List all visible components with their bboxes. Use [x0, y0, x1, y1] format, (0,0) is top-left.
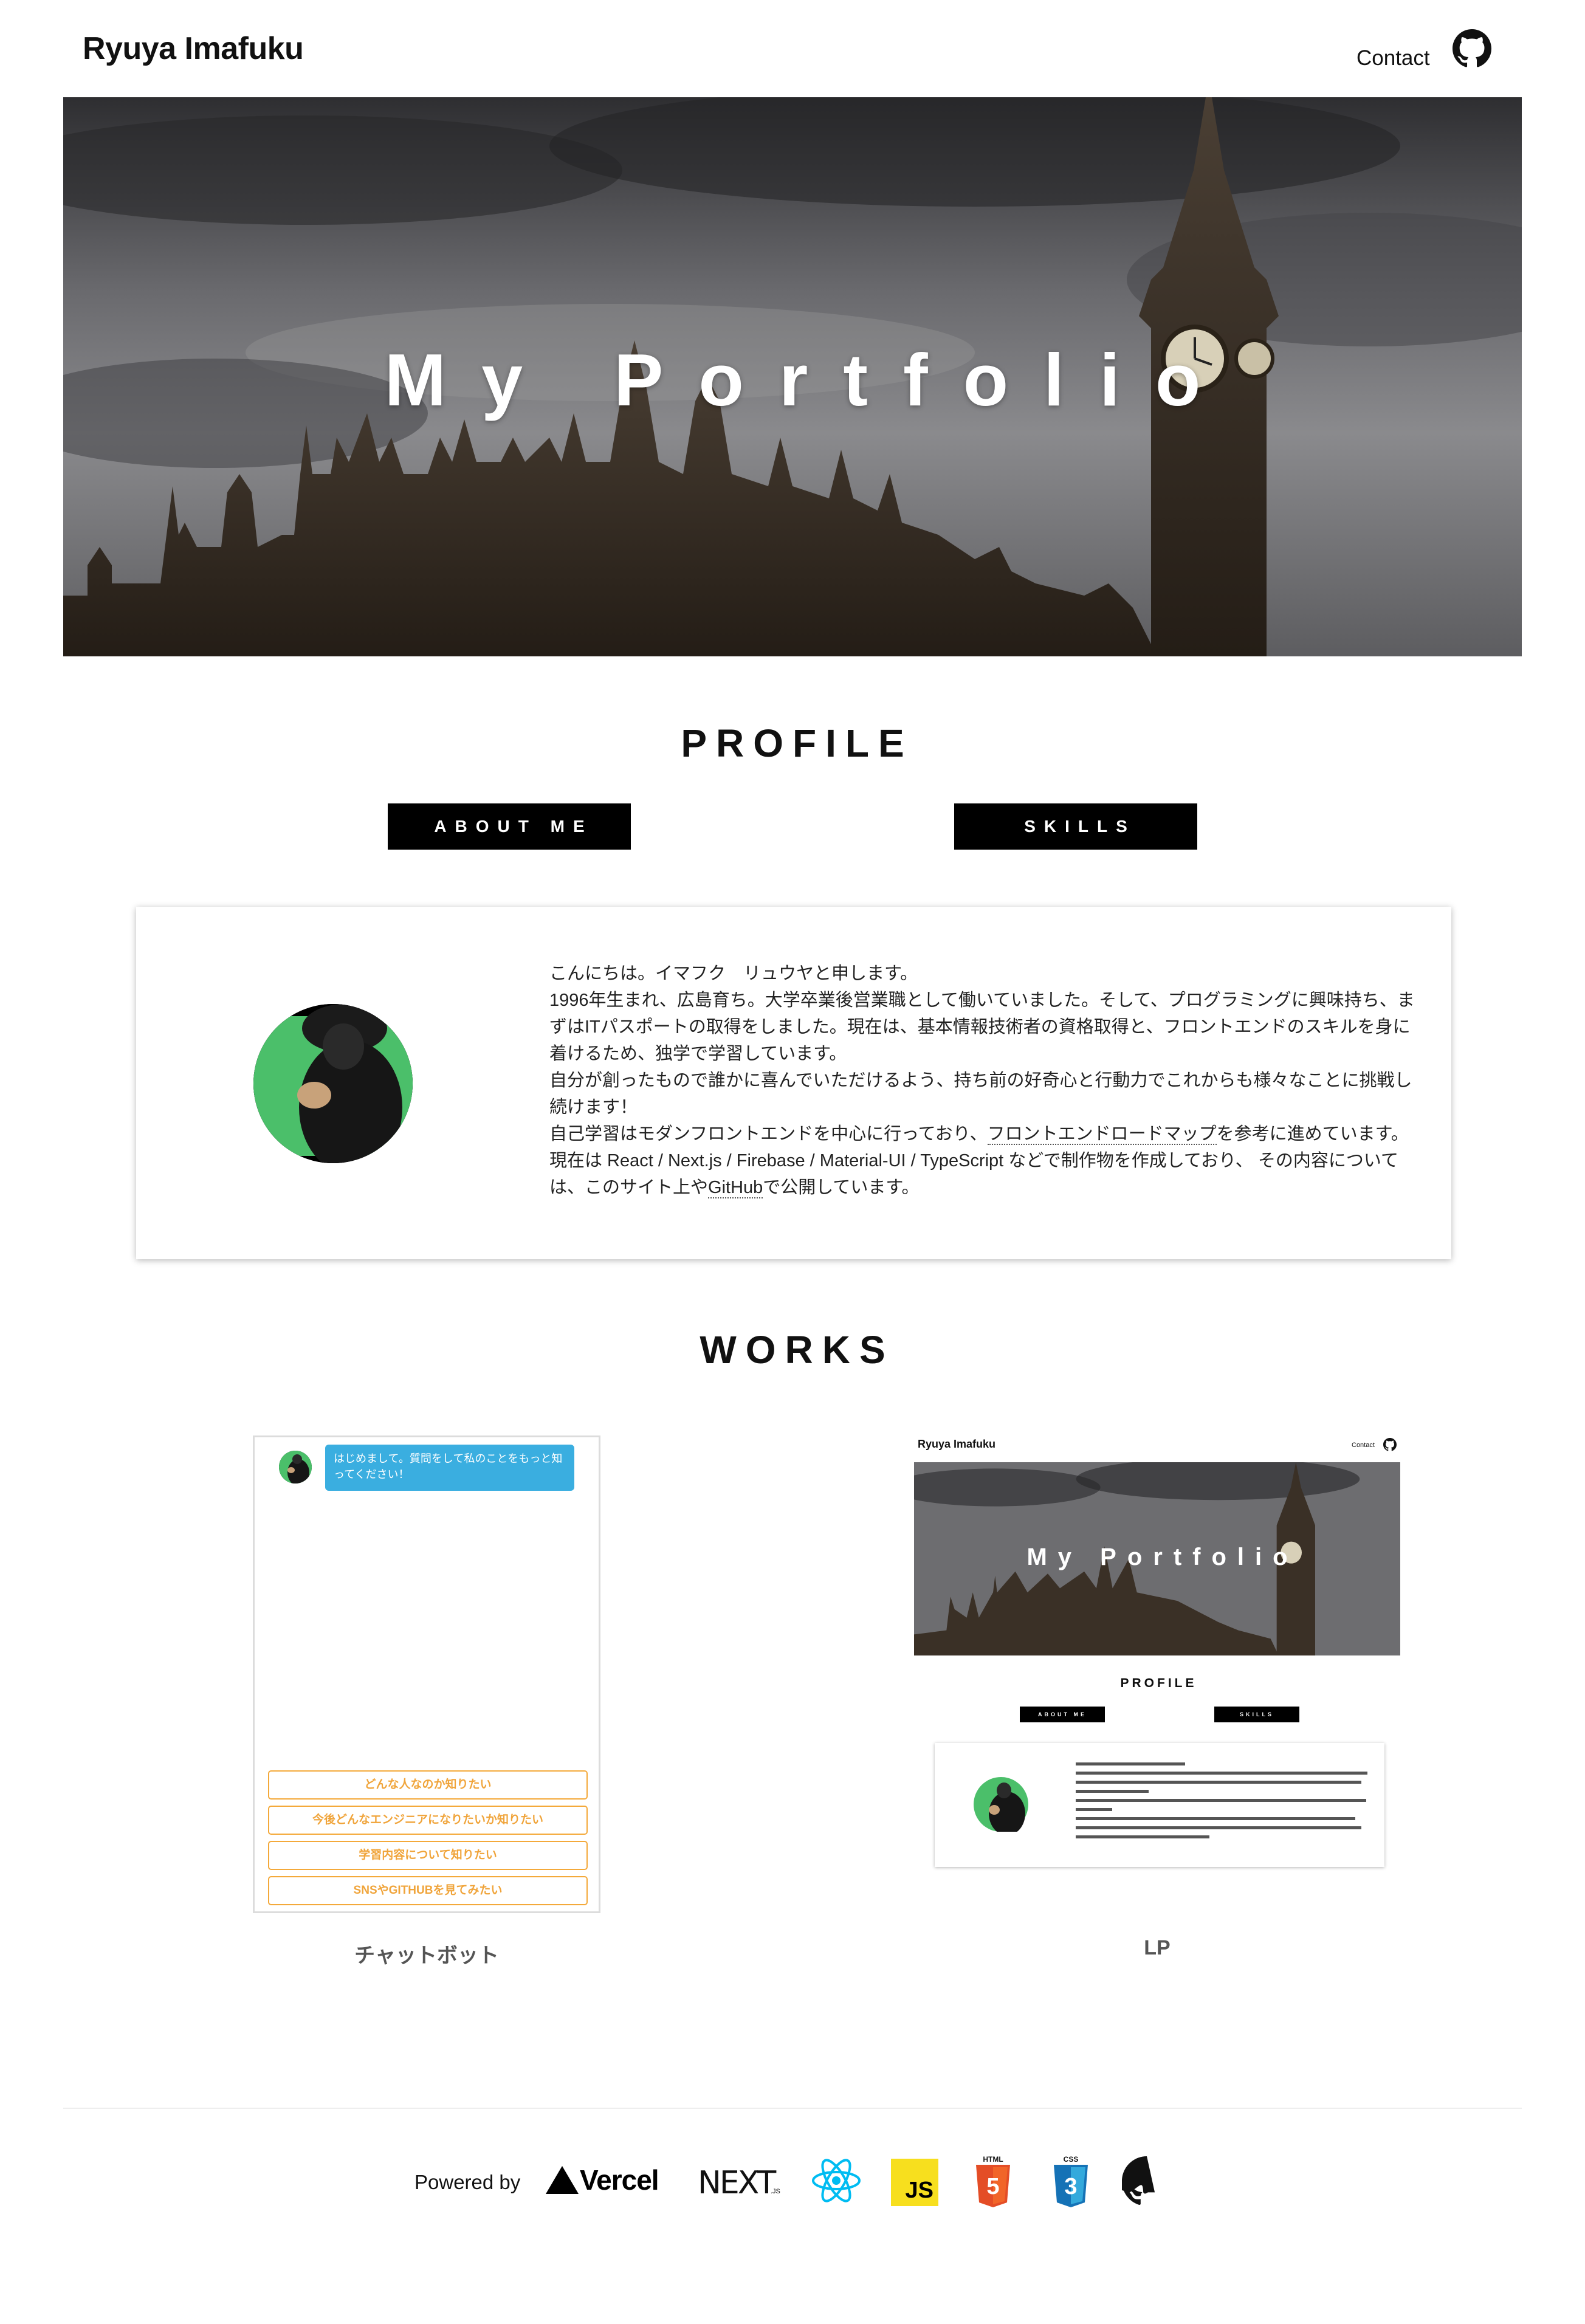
work-caption-chatbot: チャットボット: [354, 1944, 499, 1967]
lp-thumb-tab: SKILLS: [1214, 1707, 1299, 1722]
tab-about-me[interactable]: ABOUT ME: [388, 803, 631, 850]
footer-divider: [63, 2108, 1522, 2109]
nextjs-suffix: .JS: [771, 2188, 780, 2195]
site-brand[interactable]: Ryuya Imafuku: [83, 30, 304, 67]
github-icon[interactable]: [1122, 2156, 1172, 2206]
nextjs-logo[interactable]: NEXT .JS: [698, 2161, 783, 2201]
lp-thumb-hero: My Portfolio: [914, 1462, 1400, 1655]
powered-by-label: Powered by: [414, 2171, 521, 2193]
chat-option-button[interactable]: どんな人なのか知りたい: [268, 1770, 588, 1800]
chat-option-button[interactable]: 学習内容について知りたい: [268, 1841, 588, 1870]
vercel-logo[interactable]: Vercel: [546, 2164, 671, 2196]
about-text: こんにちは。イマフク リュウヤと申します。 1996年生まれ、広島育ち。大学卒業…: [549, 960, 1418, 1201]
vercel-wordmark: Vercel: [580, 2164, 659, 2196]
css3-logo-label: CSS: [1063, 2155, 1079, 2164]
lp-thumb-tab: ABOUT ME: [1020, 1707, 1105, 1722]
about-line: 1996年生まれ、広島育ち。大学卒業後営業職として働いていました。そして、プログ…: [549, 991, 1415, 1064]
github-icon: [1383, 1438, 1397, 1451]
github-icon[interactable]: [1453, 29, 1491, 68]
github-link[interactable]: GitHub: [708, 1178, 763, 1198]
profile-heading: PROFILE: [681, 721, 913, 765]
chat-option-button[interactable]: SNSやGITHUBを見てみたい: [268, 1876, 588, 1905]
chat-bot-avatar: [279, 1451, 312, 1483]
work-lp-thumbnail[interactable]: Ryuya Imafuku Contact My Portfolio PROFI…: [914, 1435, 1400, 1873]
works-heading: WORKS: [700, 1328, 895, 1372]
lp-thumb-title: My Portfolio: [1026, 1544, 1299, 1570]
about-line: こんにちは。イマフク リュウヤと申します。: [549, 964, 918, 983]
nav-contact-link[interactable]: Contact: [1356, 46, 1430, 70]
css3-logo[interactable]: CSS 3: [1051, 2155, 1090, 2207]
svg-text:3: 3: [1064, 2174, 1077, 2199]
chat-option-button[interactable]: 今後どんなエンジニアになりたいか知りたい: [268, 1806, 588, 1835]
javascript-logo-text: JS: [905, 2178, 933, 2203]
html5-logo-label: HTML: [983, 2155, 1003, 2164]
about-text-segment: 現在は React / Next.js / Firebase / Materia…: [549, 1151, 1398, 1197]
about-line: 自分が創ったもので誰かに喜んでいただけるよう、持ち前の好奇心と行動力でこれからも…: [549, 1071, 1412, 1117]
lp-thumb-heading: PROFILE: [1120, 1676, 1197, 1690]
work-caption-lp: LP: [1144, 1936, 1171, 1959]
nextjs-wordmark: NEXT: [698, 2165, 776, 2201]
work-chatbot-thumbnail[interactable]: はじめまして。質問をして私のことをもっと知ってください！ どんな人なのか知りたい…: [253, 1435, 600, 1913]
svg-text:5: 5: [986, 2174, 999, 2199]
about-text-segment: で公開しています。: [763, 1178, 920, 1197]
javascript-logo[interactable]: JS: [891, 2159, 938, 2206]
html5-logo[interactable]: HTML 5: [974, 2155, 1013, 2207]
hero-banner: My Portfolio: [63, 97, 1522, 656]
profile-avatar: [253, 1004, 413, 1163]
about-text-segment: を参考に進めています。: [1216, 1124, 1409, 1144]
lp-thumb-about-card: [935, 1743, 1384, 1867]
about-text-segment: 自己学習はモダンフロントエンドを中心に行っており、: [549, 1124, 988, 1144]
chat-bot-message: はじめまして。質問をして私のことをもっと知ってください！: [325, 1445, 574, 1491]
about-line: 自己学習はモダンフロントエンドを中心に行っており、フロントエンドロードマップを参…: [549, 1121, 1418, 1147]
hero-title: My Portfolio: [384, 339, 1236, 421]
about-line: 現在は React / Next.js / Firebase / Materia…: [549, 1147, 1418, 1201]
lp-thumb-contact: Contact: [1352, 1442, 1375, 1449]
tab-skills[interactable]: SKILLS: [954, 803, 1197, 850]
lp-thumb-brand: Ryuya Imafuku: [918, 1438, 996, 1450]
frontend-roadmap-link[interactable]: フロントエンドロードマップ: [987, 1124, 1217, 1145]
about-card: こんにちは。イマフク リュウヤと申します。 1996年生まれ、広島育ち。大学卒業…: [136, 907, 1451, 1259]
react-logo[interactable]: [811, 2156, 862, 2205]
site-header: Ryuya Imafuku Contact: [0, 0, 1585, 97]
